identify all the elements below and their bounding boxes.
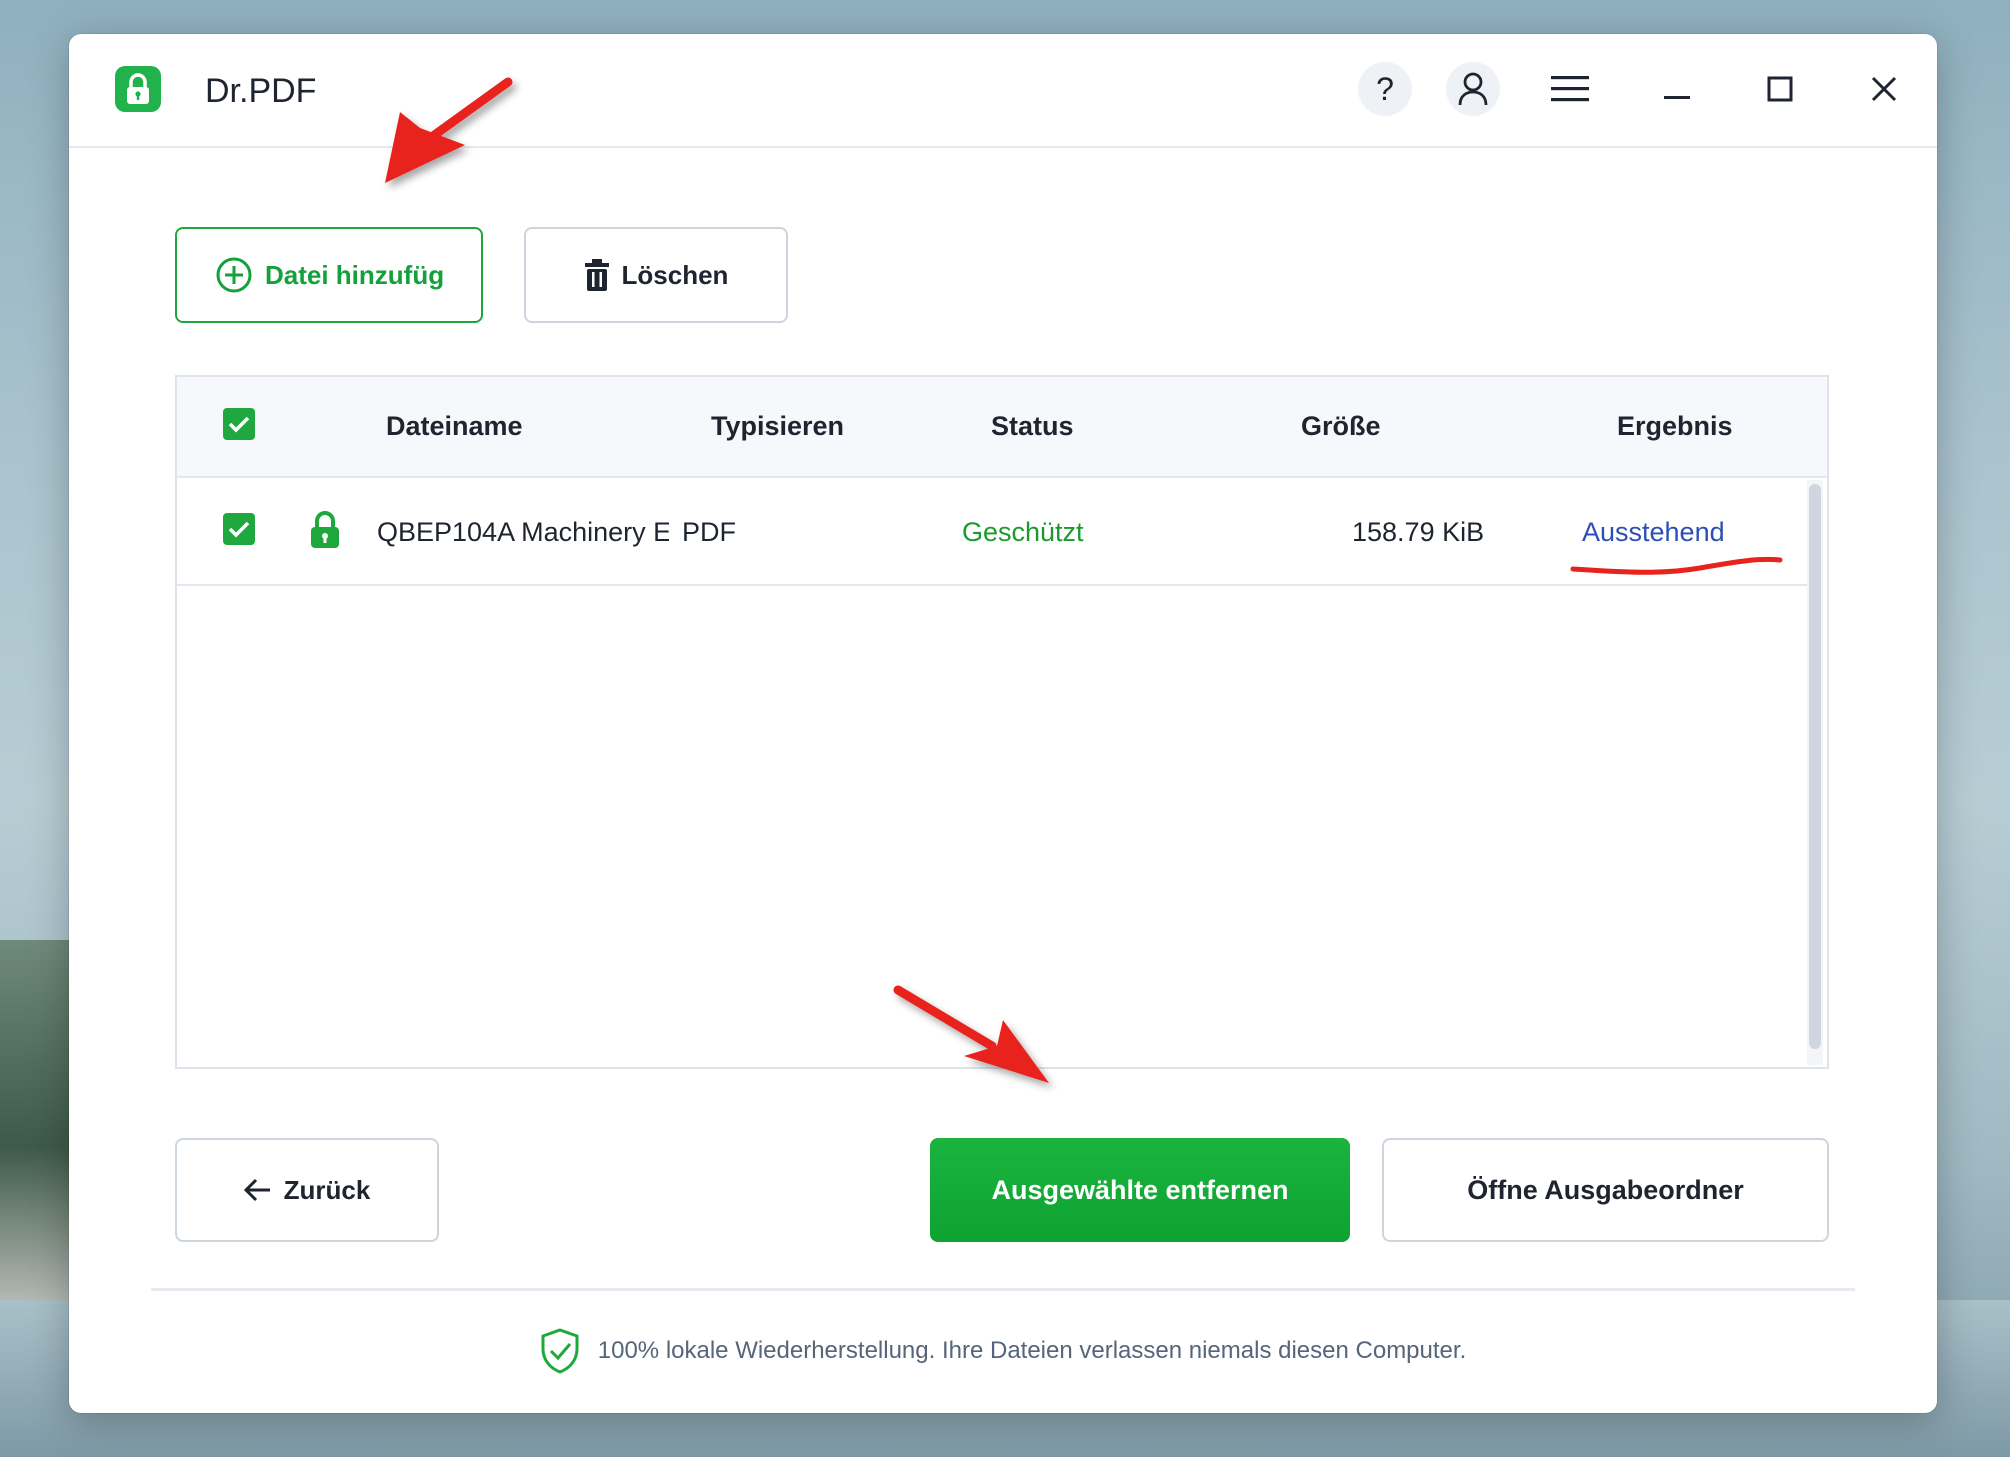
open-output-folder-button[interactable]: Öffne Ausgabeordner bbox=[1382, 1138, 1829, 1242]
title-bar: Dr.PDF ? bbox=[69, 34, 1937, 148]
shield-check-icon bbox=[541, 1328, 579, 1374]
column-header-status[interactable]: Status bbox=[991, 411, 1074, 442]
lock-icon bbox=[311, 511, 339, 548]
footer-divider bbox=[151, 1288, 1855, 1291]
app-title: Dr.PDF bbox=[205, 72, 317, 110]
footer-text: 100% lokale Wiederherstellung. Ihre Date… bbox=[597, 1337, 1467, 1364]
add-file-label: Datei hinzufügen bbox=[265, 259, 445, 290]
row-checkbox[interactable] bbox=[223, 513, 255, 545]
row-size: 158.79 KiB bbox=[1352, 517, 1485, 547]
plus-circle-icon bbox=[216, 257, 252, 293]
row-type: PDF bbox=[682, 517, 736, 547]
select-all-checkbox[interactable] bbox=[223, 408, 255, 440]
column-header-size[interactable]: Größe bbox=[1301, 411, 1381, 442]
arrow-left-icon bbox=[243, 1178, 270, 1202]
back-label: Zurück bbox=[283, 1174, 371, 1205]
column-header-filename[interactable]: Dateiname bbox=[386, 411, 523, 442]
help-icon[interactable]: ? bbox=[1358, 62, 1412, 116]
app-window: Dr.PDF ? Datei hinzufüg Löschen Dateinam… bbox=[69, 34, 1937, 1413]
table-row[interactable]: QBEP104A Machinery E PDF Geschützt 158.7… bbox=[177, 478, 1807, 586]
close-icon[interactable] bbox=[1857, 62, 1911, 116]
back-button[interactable]: Zurück bbox=[175, 1138, 439, 1242]
delete-button[interactable]: Löschen bbox=[524, 227, 788, 323]
table-scrollbar[interactable] bbox=[1807, 480, 1823, 1065]
remove-selected-label: Ausgewählte entfernen bbox=[991, 1174, 1289, 1205]
delete-label: Löschen bbox=[621, 259, 729, 290]
check-icon bbox=[228, 416, 250, 433]
column-header-type[interactable]: Typisieren bbox=[711, 411, 844, 442]
file-table: Dateiname Typisieren Status Größe Ergebn… bbox=[175, 375, 1829, 1069]
row-filename: QBEP104A Machinery E bbox=[377, 517, 669, 547]
help-label: ? bbox=[1376, 70, 1394, 107]
scrollbar-thumb[interactable] bbox=[1809, 484, 1821, 1049]
minimize-icon[interactable] bbox=[1650, 62, 1704, 116]
remove-selected-button[interactable]: Ausgewählte entfernen bbox=[930, 1138, 1350, 1242]
open-output-folder-label: Öffne Ausgabeordner bbox=[1467, 1174, 1744, 1205]
row-result[interactable]: Ausstehend bbox=[1582, 517, 1725, 548]
add-file-button[interactable]: Datei hinzufügen bbox=[175, 227, 483, 323]
trash-icon bbox=[584, 259, 609, 291]
column-header-result[interactable]: Ergebnis bbox=[1617, 411, 1733, 442]
lock-icon bbox=[115, 66, 161, 112]
footer: 100% lokale Wiederherstellung. Ihre Date… bbox=[69, 1326, 1937, 1376]
maximize-icon[interactable] bbox=[1753, 62, 1807, 116]
check-icon bbox=[228, 521, 250, 538]
menu-icon[interactable] bbox=[1543, 62, 1597, 116]
row-status: Geschützt bbox=[962, 517, 1084, 547]
user-icon[interactable] bbox=[1446, 62, 1500, 116]
table-header: Dateiname Typisieren Status Größe Ergebn… bbox=[177, 377, 1827, 478]
